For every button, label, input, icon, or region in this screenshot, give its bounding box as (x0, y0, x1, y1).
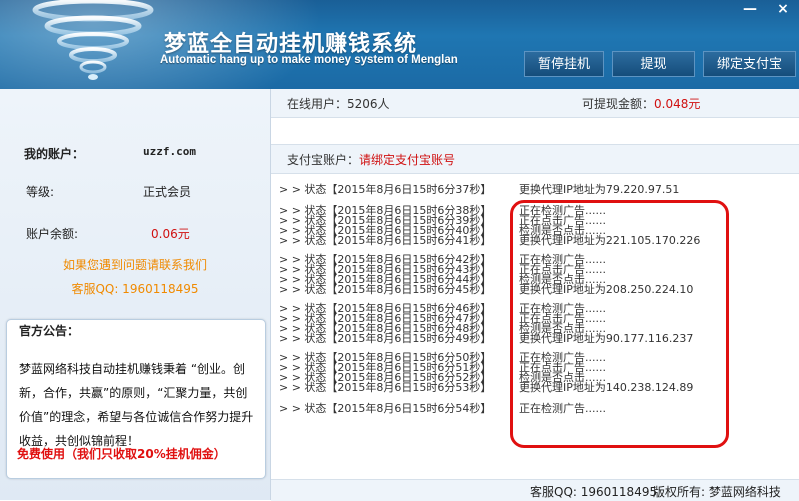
log-status: > > 状态【2015年8月6日15时6分53秒】 (279, 381, 492, 394)
balance-label: 账户余额: (26, 227, 79, 241)
log-group: > > 状态【2015年8月6日15时6分37秒】 更换代理IP地址为79.220… (271, 183, 799, 197)
balance-value: 0.06元 (151, 227, 190, 241)
alipay-account: 支付宝账户：请绑定支付宝账号 (287, 151, 455, 168)
tornado-logo-icon (32, 0, 154, 80)
withdrawable-label: 可提现金额： (582, 97, 655, 111)
alipay-label: 支付宝账户： (287, 153, 360, 167)
alipay-bar: 支付宝账户：请绑定支付宝账号 (271, 144, 799, 174)
contact-help-text: 如果您遇到问题请联系我们 (62, 258, 207, 272)
support-qq: 客服QQ: 1960118495 (71, 282, 199, 296)
log-message: 更换代理IP地址为79.220.97.51 (519, 183, 680, 196)
announcement-title: 官方公告： (19, 324, 80, 338)
footer-copyright: 版权所有: 梦蓝网络科技 (653, 485, 781, 499)
bind-alipay-button[interactable]: 绑定支付宝 (703, 51, 796, 77)
withdraw-button[interactable]: 提现 (612, 51, 695, 77)
level-value: 正式会员 (143, 185, 192, 199)
announcement-panel: 官方公告： 梦蓝网络科技自动挂机赚钱秉着 “创业。创新，合作，共赢”的原则，“汇… (6, 319, 266, 479)
title-bar: 梦蓝全自动挂机赚钱系统 Automatic hang up to make mo… (0, 0, 799, 89)
online-users: 在线用户：5206人 (287, 97, 390, 111)
alipay-value[interactable]: 请绑定支付宝账号 (359, 153, 455, 167)
account-sidebar: 我的账户： uzzf.com 等级: 正式会员 账户余额: 0.06元 如果您遇… (0, 89, 271, 500)
log-status: > > 状态【2015年8月6日15时6分41秒】 (279, 234, 492, 247)
withdrawable-value: 0.048元 (654, 97, 701, 111)
account-label: 我的账户： (24, 147, 85, 161)
footer-qq: 客服QQ: 1960118495 (530, 485, 658, 499)
announcement-body: 梦蓝网络科技自动挂机赚钱秉着 “创业。创新，合作，共赢”的原则，“汇聚力量，共创… (19, 362, 254, 448)
stats-bar: 在线用户：5206人 可提现金额：0.048元 (271, 89, 799, 118)
pause-button[interactable]: 暂停挂机 (524, 51, 604, 77)
log-status: > > 状态【2015年8月6日15时6分37秒】 (279, 183, 492, 196)
close-button[interactable]: × (775, 2, 791, 16)
withdrawable-amount: 可提现金额：0.048元 (582, 95, 700, 112)
log-status: > > 状态【2015年8月6日15时6分49秒】 (279, 332, 492, 345)
account-value: uzzf.com (143, 145, 196, 158)
log-status: > > 状态【2015年8月6日15时6分54秒】 (279, 402, 492, 415)
log-line: > > 状态【2015年8月6日15时6分37秒】 更换代理IP地址为79.220… (271, 183, 799, 197)
log-status: > > 状态【2015年8月6日15时6分45秒】 (279, 283, 492, 296)
level-label: 等级: (26, 185, 55, 199)
free-use-notice: 免费使用（我们只收取20%挂机佣金） (17, 447, 226, 461)
status-footer: 客服QQ: 1960118495 版权所有: 梦蓝网络科技 (271, 479, 799, 501)
minimize-button[interactable]: — (742, 2, 758, 16)
red-highlight-annotation (510, 200, 729, 448)
app-subtitle: Automatic hang up to make money system o… (160, 54, 458, 66)
